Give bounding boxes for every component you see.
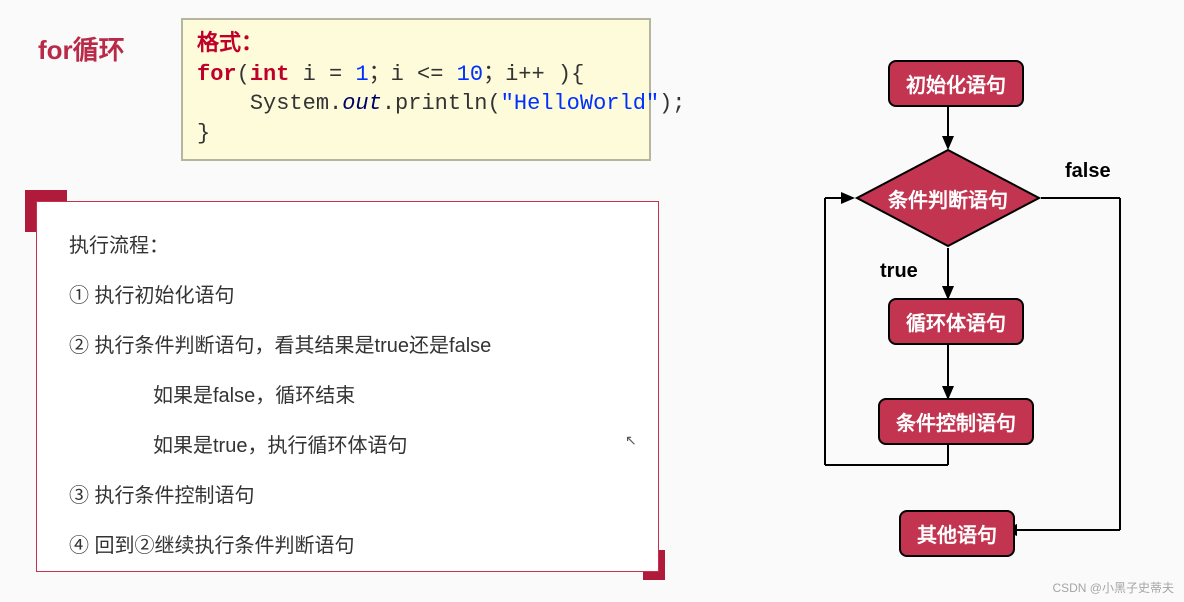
code-text: System.: [250, 91, 342, 116]
flow-node-control: 条件控制语句: [878, 398, 1034, 445]
flowchart: 初始化语句 条件判断语句 循环体语句 条件控制语句 其他语句 true fals…: [815, 60, 1145, 580]
label-false: false: [1065, 160, 1111, 183]
step-3: ③ 执行条件控制语句: [69, 480, 648, 512]
code-text: ；i++ ){: [483, 62, 584, 87]
step-2-true: 如果是true，执行循环体语句: [69, 430, 648, 462]
cursor-icon: ↖: [625, 432, 637, 449]
label-true: true: [880, 260, 918, 283]
flow-node-init: 初始化语句: [888, 60, 1024, 107]
num-literal: 1: [355, 62, 368, 87]
code-block: 格式： for(int i = 1；i <= 10；i++ ){ System.…: [181, 18, 651, 161]
flow-node-condition: 条件判断语句: [855, 148, 1041, 248]
watermark: CSDN @小黑子史蒂夫: [1052, 579, 1174, 596]
flow-panel: 执行流程： ① 执行初始化语句 ② 执行条件判断语句，看其结果是true还是fa…: [36, 201, 659, 572]
page-title: for循环: [38, 30, 125, 67]
kw-for: for: [197, 62, 237, 87]
code-format-label: 格式：: [197, 32, 263, 57]
code-text: .println(: [382, 91, 501, 116]
flow-panel-wrap: 执行流程： ① 执行初始化语句 ② 执行条件判断语句，看其结果是true还是fa…: [25, 190, 665, 580]
code-out: out: [342, 91, 382, 116]
code-text: );: [659, 91, 685, 116]
flow-node-condition-label: 条件判断语句: [855, 148, 1041, 248]
flow-node-other: 其他语句: [899, 510, 1015, 557]
step-2: ② 执行条件判断语句，看其结果是true还是false: [69, 330, 648, 362]
panel-title: 执行流程：: [69, 230, 648, 262]
kw-int: int: [250, 62, 290, 87]
code-indent: [197, 91, 250, 116]
code-text: ；i <=: [369, 62, 457, 87]
code-text: }: [197, 121, 210, 146]
num-literal: 10: [457, 62, 483, 87]
step-1: ① 执行初始化语句: [69, 280, 648, 312]
flow-node-body: 循环体语句: [888, 298, 1024, 345]
code-text: i =: [289, 62, 355, 87]
step-2-false: 如果是false，循环结束: [69, 380, 648, 412]
string-literal: "HelloWorld": [501, 91, 659, 116]
step-4: ④ 回到②继续执行条件判断语句: [69, 530, 648, 562]
